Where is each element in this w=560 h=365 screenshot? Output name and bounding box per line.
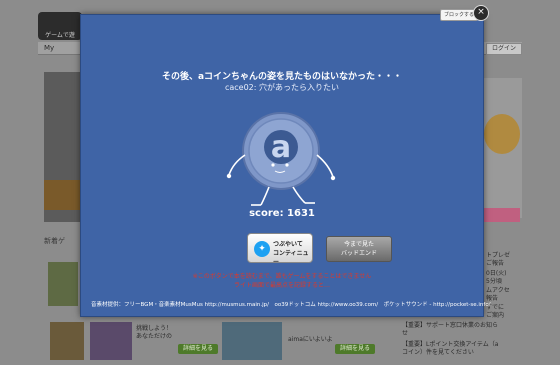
- right-list-item: ご案内: [486, 312, 505, 319]
- tweet-continue-line1: つぶやいて: [273, 241, 303, 248]
- mascot-image: [484, 114, 520, 154]
- sound-credits: 音素材提供：フリーBGM・音楽素材MusMus http://musmus.ma…: [91, 302, 491, 308]
- close-icon[interactable]: ×: [473, 5, 489, 21]
- warning-text: ※このボタンで本を読むまで、誰もゲームをすることはできません: [192, 273, 372, 280]
- game-thumbnail[interactable]: [222, 322, 282, 360]
- news-item[interactable]: 【重要】Lポイント交換アイテム（a: [402, 341, 520, 349]
- right-list-item: すでに: [486, 304, 505, 311]
- a-coin-character-icon: a: [226, 112, 336, 206]
- tweet-continue-button[interactable]: ✦ つぶやいて コンティニュー: [247, 233, 313, 266]
- game-description: 挑戦しよう！ あなただけの: [136, 325, 173, 340]
- ending-subtitle: cace02: 穴があったら入りたい: [224, 83, 340, 92]
- ending-message: その後、aコインちゃんの姿を見たものはいなかった・・・: [161, 72, 403, 82]
- right-list-item: トプレゼ: [486, 252, 511, 259]
- new-games-heading: 新着ゲ: [44, 237, 65, 245]
- twitter-bird-icon: ✦: [254, 241, 270, 257]
- news-item[interactable]: せ: [402, 330, 520, 338]
- bad-endings-button[interactable]: 今まで見た バッドエンド: [326, 236, 392, 262]
- bad-endings-line1: 今まで見た: [343, 241, 374, 248]
- right-pink-button[interactable]: [484, 208, 520, 222]
- game-thumbnail[interactable]: [48, 262, 78, 306]
- play-game-button[interactable]: 詳細を見る: [178, 344, 218, 354]
- tweet-continue-line2: コンティニュー: [273, 250, 309, 266]
- game-site-badge[interactable]: ゲームで遊: [38, 12, 82, 40]
- left-banner-image: [44, 180, 80, 210]
- right-list-item: ご報告: [486, 260, 505, 267]
- mypage-link[interactable]: My: [44, 44, 54, 52]
- right-list-item: 5分頃: [486, 278, 502, 285]
- right-list-item: 報告: [486, 295, 499, 302]
- news-item[interactable]: 【重要】サポート窓口休業のお知ら: [402, 322, 520, 330]
- game-description: aimaにいよいよ: [288, 336, 333, 343]
- tweet-continue-label: つぶやいて コンティニュー: [273, 240, 313, 267]
- login-button[interactable]: ログイン: [486, 43, 522, 55]
- warning-text: ライト画面で最高点を記録すると…: [233, 282, 330, 289]
- right-list-item: ムアクセ: [486, 287, 510, 294]
- right-list-item: 0日(火): [486, 270, 507, 277]
- news-item[interactable]: コイン）件を見てください: [402, 349, 520, 357]
- svg-text:a: a: [271, 130, 291, 165]
- play-game-button[interactable]: 詳細を見る: [335, 344, 375, 354]
- score-display: score: 1631: [249, 208, 315, 219]
- game-thumbnail[interactable]: [90, 322, 132, 360]
- game-over-modal: その後、aコインちゃんの姿を見たものはいなかった・・・ cace02: 穴があっ…: [80, 14, 491, 317]
- bad-endings-line2: バッドエンド: [340, 250, 377, 257]
- game-thumbnail[interactable]: [50, 322, 84, 360]
